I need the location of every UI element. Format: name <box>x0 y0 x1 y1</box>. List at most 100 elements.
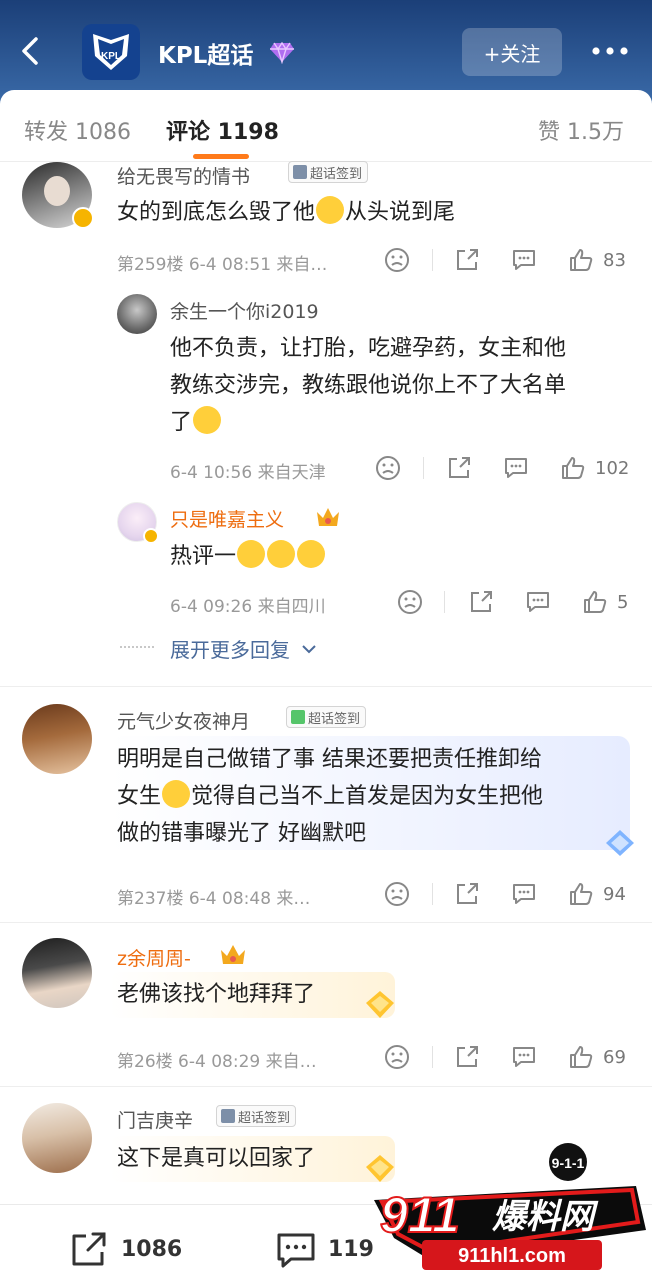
username[interactable]: 门吉庚辛 <box>117 1106 193 1133</box>
divider <box>444 591 445 613</box>
tab-comment[interactable]: 评论 1198 <box>166 114 279 146</box>
badge-label: 超话签到 <box>238 1110 291 1126</box>
comment-icon[interactable] <box>510 880 538 908</box>
comment-text: 明明是自己做错了事 结果还要把责任推卸给 女生 觉得自己当不上首发是因为女生把他 … <box>117 741 543 852</box>
watermark-logo: 9-1-1 911 爆料网 911hl1.com <box>374 1143 646 1270</box>
top-bar: KPL KPL超话 +关注 <box>0 0 652 104</box>
gold-diamond-deco-icon <box>366 991 394 1018</box>
username[interactable]: 给无畏写的情书 <box>117 162 250 189</box>
reply-line: 了 <box>170 410 193 435</box>
reply-meta: 6-4 10:56 来自天津 <box>170 463 326 483</box>
diamond-icon <box>270 41 294 64</box>
username[interactable]: z余周周- <box>117 944 191 971</box>
tab-repost[interactable]: 转发 1086 <box>24 114 131 146</box>
comment-meta: 第26楼 6-4 08:29 来自… <box>117 1052 317 1072</box>
divider <box>432 1046 433 1068</box>
like-icon[interactable] <box>559 454 587 482</box>
reply-line: 教练交涉完，教练跟他说你上不了大名单 <box>170 373 567 398</box>
kpl-logo[interactable]: KPL <box>82 24 140 80</box>
expand-more-replies-link[interactable]: 展开更多回复 <box>170 634 318 663</box>
divider <box>423 457 424 479</box>
watermark-url: 911hl1.com <box>458 1245 566 1267</box>
avatar[interactable] <box>22 1103 92 1173</box>
repost-count[interactable]: 1086 <box>121 1237 182 1262</box>
like-icon[interactable] <box>581 588 609 616</box>
dislike-face-icon[interactable] <box>396 588 424 616</box>
comment-icon[interactable] <box>510 1043 538 1071</box>
expand-dots <box>120 646 154 648</box>
comment-icon[interactable] <box>524 588 552 616</box>
check-icon <box>221 1109 235 1123</box>
super-topic-checkin-badge: 超话签到 <box>288 161 369 183</box>
avatar[interactable] <box>22 938 92 1008</box>
comment-text-part: 从头说到尾 <box>345 200 456 225</box>
share-icon[interactable] <box>445 454 473 482</box>
tab-bar: 转发 1086 评论 1198 赞 1.5万 <box>0 90 652 162</box>
comment-icon[interactable] <box>502 454 530 482</box>
username[interactable]: 余生一个你i2019 <box>170 297 319 324</box>
avatar[interactable] <box>117 294 157 334</box>
crown-badge-icon <box>221 945 245 964</box>
username[interactable]: 只是唯嘉主义 <box>170 505 284 532</box>
kpl-shield-icon: KPL <box>93 34 129 70</box>
check-icon <box>291 710 305 724</box>
comment-divider <box>0 1086 652 1087</box>
share-icon[interactable] <box>453 880 481 908</box>
pleading-face-emoji-icon <box>162 780 191 808</box>
comment-divider <box>0 922 652 923</box>
comment-icon[interactable] <box>510 246 538 274</box>
username[interactable]: 元气少女夜神月 <box>117 707 250 734</box>
crying-laughing-emoji-icon <box>193 406 222 434</box>
comment-divider <box>0 686 652 687</box>
comment-line: 女生 <box>117 784 162 809</box>
comment-text: 这下是真可以回家了 <box>117 1146 316 1171</box>
active-tab-indicator <box>193 154 249 159</box>
crying-laughing-emoji-icon <box>237 540 266 568</box>
repost-icon[interactable] <box>68 1230 110 1270</box>
dislike-face-icon[interactable] <box>383 1043 411 1071</box>
divider <box>432 249 433 271</box>
share-icon[interactable] <box>453 1043 481 1071</box>
chevron-down-icon <box>302 645 317 654</box>
super-topic-checkin-badge: 超话签到 <box>216 1105 297 1127</box>
comment-line: 做的错事曝光了 好幽默吧 <box>117 821 366 846</box>
badge-label: 超话签到 <box>308 711 361 727</box>
comment-text: 老佛该找个地拜拜了 <box>117 982 316 1007</box>
follow-button[interactable]: +关注 <box>462 28 562 76</box>
like-count: 5 <box>617 592 629 613</box>
divider <box>432 883 433 905</box>
check-icon <box>293 165 307 179</box>
share-icon[interactable] <box>453 246 481 274</box>
reply-text: 热评一 <box>170 538 326 575</box>
watermark-number: 911 <box>380 1187 460 1243</box>
dislike-face-icon[interactable] <box>383 246 411 274</box>
like-icon[interactable] <box>567 880 595 908</box>
reply-line: 热评一 <box>170 544 237 569</box>
comment-bubble-icon[interactable] <box>274 1230 318 1270</box>
more-icon[interactable] <box>590 38 630 64</box>
dislike-face-icon[interactable] <box>383 880 411 908</box>
back-arrow-icon[interactable] <box>14 34 48 68</box>
comment-text-part: 女的到底怎么毁了他 <box>117 200 316 225</box>
dislike-face-icon[interactable] <box>374 454 402 482</box>
share-icon[interactable] <box>467 588 495 616</box>
avatar[interactable] <box>22 704 92 774</box>
verified-badge-icon <box>72 207 94 229</box>
crown-badge-icon <box>317 508 339 526</box>
comment-text: 女的到底怎么毁了他 从头说到尾 <box>117 194 455 231</box>
like-icon[interactable] <box>567 1043 595 1071</box>
tab-like[interactable]: 赞 1.5万 <box>538 114 624 146</box>
crying-laughing-emoji-icon <box>297 540 326 568</box>
verified-badge-icon <box>143 528 159 544</box>
comment-meta: 第237楼 6-4 08:48 来… <box>117 889 311 909</box>
page-title: KPL超话 <box>158 43 254 69</box>
reply-text: 他不负责，让打胎，吃避孕药，女主和他 教练交涉完，教练跟他说你上不了大名单 了 <box>170 330 566 441</box>
crying-laughing-emoji-icon <box>267 540 296 568</box>
comment-meta: 第259楼 6-4 08:51 来自… <box>117 255 328 275</box>
svg-text:KPL: KPL <box>101 51 121 62</box>
diamond-deco-icon <box>606 830 634 856</box>
like-count: 69 <box>603 1047 626 1068</box>
like-icon[interactable] <box>567 246 595 274</box>
like-count: 83 <box>603 250 626 271</box>
watermark-brand: 爆料网 <box>492 1197 599 1237</box>
